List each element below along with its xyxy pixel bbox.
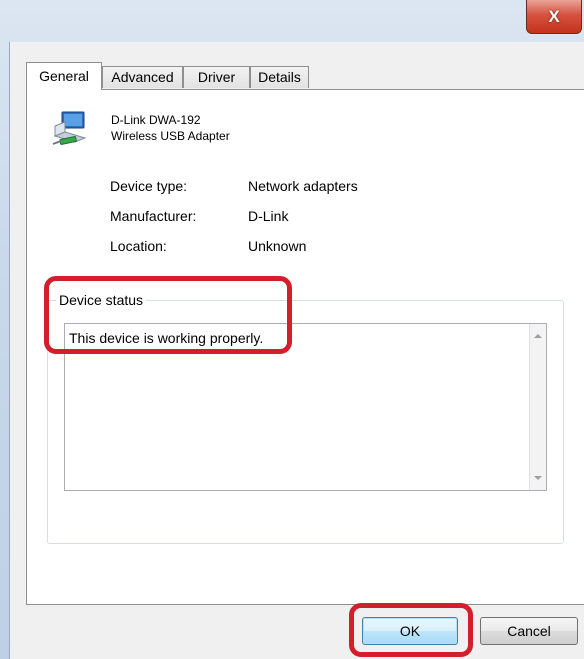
device-status-legend: Device status xyxy=(56,292,147,308)
device-type-value: Network adapters xyxy=(248,178,358,194)
manufacturer-label: Manufacturer: xyxy=(110,208,197,224)
network-adapter-icon xyxy=(51,108,91,148)
scroll-down-icon[interactable] xyxy=(534,476,542,480)
tab-advanced[interactable]: Advanced xyxy=(102,66,183,88)
status-scrollbar[interactable] xyxy=(529,324,546,490)
manufacturer-value: D-Link xyxy=(248,208,289,224)
location-label: Location: xyxy=(110,238,167,254)
device-type-label: Device type: xyxy=(110,178,188,194)
device-name: D-Link DWA-192 Wireless USB Adapter xyxy=(111,112,230,144)
tab-details[interactable]: Details xyxy=(250,66,309,88)
general-tab-page: D-Link DWA-192 Wireless USB Adapter Devi… xyxy=(26,89,584,605)
device-model: D-Link DWA-192 xyxy=(111,113,201,127)
dialog-window: X General Advanced Driver Details D-Link… xyxy=(0,0,584,659)
tab-driver[interactable]: Driver xyxy=(183,66,250,88)
ok-button[interactable]: OK xyxy=(362,617,458,645)
device-status-textbox[interactable]: This device is working properly. xyxy=(64,323,547,491)
device-description: Wireless USB Adapter xyxy=(111,129,230,143)
tab-general[interactable]: General xyxy=(26,62,102,90)
close-icon: X xyxy=(548,6,560,26)
device-status-text: This device is working properly. xyxy=(69,330,264,346)
close-button[interactable]: X xyxy=(526,0,582,34)
location-value: Unknown xyxy=(248,238,307,254)
cancel-button[interactable]: Cancel xyxy=(480,617,578,645)
dialog-client-area: General Advanced Driver Details D-Link D… xyxy=(9,42,584,659)
scroll-up-icon[interactable] xyxy=(534,334,542,338)
title-bar[interactable]: X xyxy=(0,0,584,42)
device-status-group: Device status This device is working pro… xyxy=(47,292,564,544)
